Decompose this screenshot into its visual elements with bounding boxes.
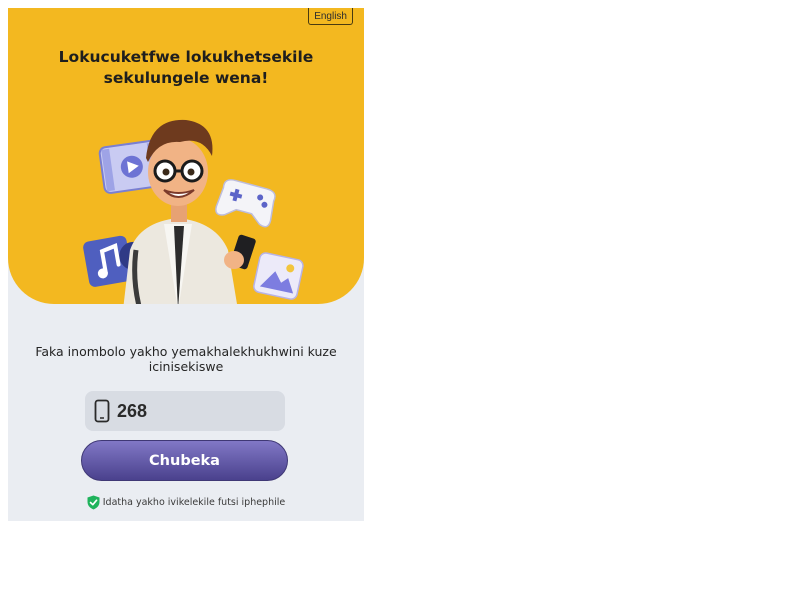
secure-note: Idatha yakho ivikelekile futsi iphephile [8,495,364,510]
phone-input[interactable] [117,400,277,422]
landing-page: Lokucuketfwe lokukhetsekile sekulungele … [8,8,364,521]
continue-button[interactable]: Chubeka [81,440,288,481]
game-controller-icon [215,179,276,228]
shield-check-icon [87,495,100,510]
hero-illustration [83,119,304,304]
phone-prompt: Faka inombolo yakho yemakhalekhukhwini k… [35,344,337,374]
mobile-phone-icon [94,399,110,423]
hero-title: Lokucuketfwe lokukhetsekile sekulungele … [58,48,314,87]
phone-field[interactable] [85,391,285,431]
hero-banner: Lokucuketfwe lokukhetsekile sekulungele … [8,8,364,304]
image-gallery-icon [253,252,304,300]
language-button[interactable]: English [308,8,353,25]
secure-note-text: Idatha yakho ivikelekile futsi iphephile [102,497,286,508]
